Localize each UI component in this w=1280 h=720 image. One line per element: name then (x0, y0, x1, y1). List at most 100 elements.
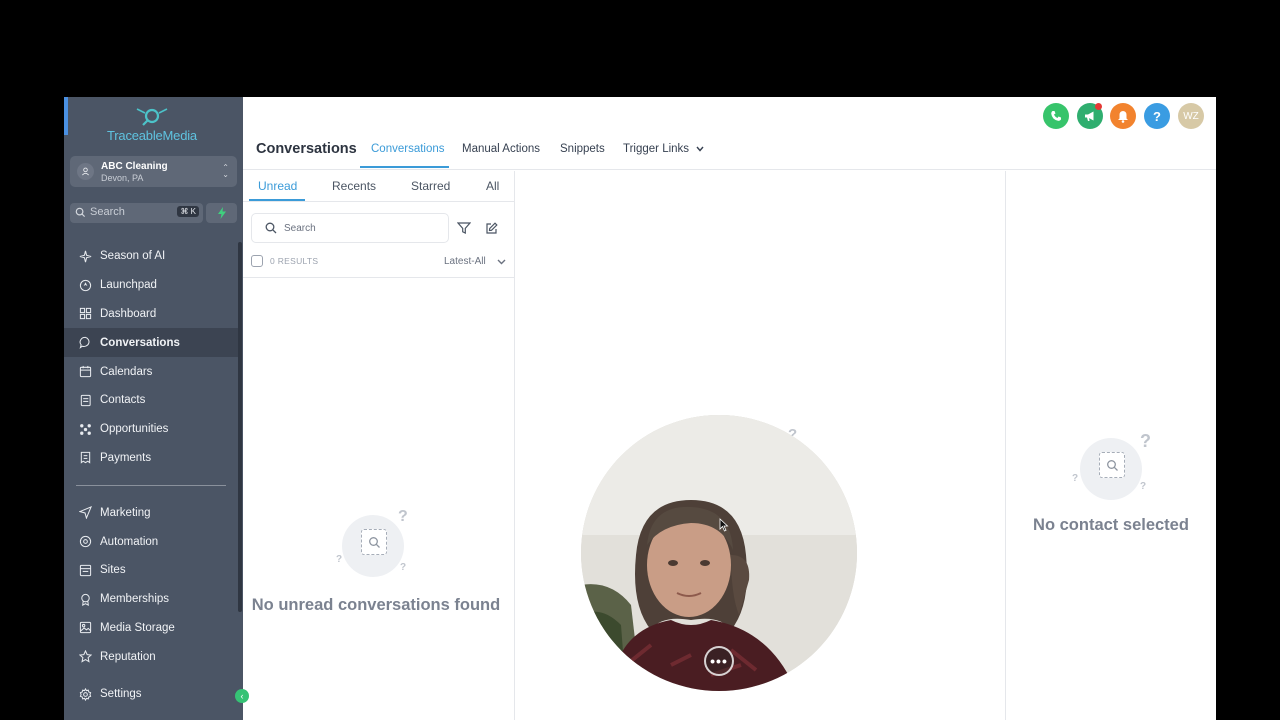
question-mark-icon: ? (1140, 481, 1147, 492)
tab-all[interactable]: All (486, 179, 499, 193)
notifications-button[interactable] (1110, 103, 1136, 129)
sidebar-nav: Season of AI Launchpad Dashboard Convers… (64, 242, 238, 671)
tab-trigger-links[interactable]: Trigger Links (623, 143, 704, 155)
logo-icon (136, 108, 168, 126)
receipt-icon (78, 451, 92, 465)
sidebar-item-label: Payments (100, 451, 152, 464)
sidebar-item-label: Calendars (100, 365, 153, 378)
sidebar-item-dashboard[interactable]: Dashboard (64, 300, 238, 329)
sidebar-item-label: Memberships (100, 593, 170, 606)
sidebar-item-label: Reputation (100, 650, 156, 663)
quick-action-button[interactable] (206, 203, 237, 223)
chevron-left-icon: ‹ (240, 691, 244, 701)
chat-icon (78, 336, 92, 350)
tab-recents[interactable]: Recents (332, 179, 376, 193)
calendar-icon (78, 365, 92, 379)
sidebar-search[interactable]: Search ⌘ K (70, 203, 203, 223)
compose-icon[interactable] (485, 222, 498, 235)
empty-search-illustration: ? ? ? (332, 508, 412, 580)
sidebar-item-opportunities[interactable]: Opportunities (64, 415, 238, 444)
rocket-icon (78, 278, 92, 292)
sidebar-item-calendars[interactable]: Calendars (64, 357, 238, 386)
announcements-button[interactable] (1077, 103, 1103, 129)
question-icon: ? (1153, 108, 1161, 124)
active-tab-indicator (360, 166, 449, 168)
sidebar-item-label: Marketing (100, 506, 151, 519)
contacts-icon (78, 393, 92, 407)
question-mark-icon: ? (336, 554, 343, 565)
help-button[interactable]: ? (1144, 103, 1170, 129)
magnifier-icon (369, 537, 380, 548)
user-avatar[interactable]: WZ (1178, 103, 1204, 129)
sidebar-item-sites[interactable]: Sites (64, 556, 238, 585)
sidebar-item-season-of-ai[interactable]: Season of AI (64, 242, 238, 271)
notification-dot (1095, 103, 1102, 110)
search-icon (265, 222, 277, 234)
sidebar-item-label: Media Storage (100, 621, 175, 634)
gear-icon (78, 687, 92, 701)
top-bar: ? WZ Conversations Conversations Manual … (243, 97, 1216, 170)
question-mark-icon: ? (398, 508, 408, 525)
tab-manual-actions[interactable]: Manual Actions (462, 143, 540, 155)
pipeline-icon (78, 422, 92, 436)
sidebar-item-label: Contacts (100, 394, 146, 407)
select-all-checkbox[interactable] (251, 255, 263, 267)
empty-state-message: No unread conversations found (251, 596, 501, 614)
sidebar-scrollbar[interactable] (238, 242, 242, 612)
active-subtab-indicator (249, 199, 305, 201)
chevron-down-icon[interactable] (497, 259, 506, 265)
sidebar-item-label: Dashboard (100, 307, 157, 320)
grid-icon (78, 307, 92, 321)
sidebar-item-payments[interactable]: Payments (64, 444, 238, 473)
tab-snippets[interactable]: Snippets (560, 143, 605, 155)
account-avatar-icon (77, 163, 94, 180)
automation-icon (78, 535, 92, 549)
no-contact-message: No contact selected (1033, 516, 1189, 534)
sidebar-item-media-storage[interactable]: Media Storage (64, 614, 238, 643)
app-window: TraceableMedia ABC Cleaning Devon, PA ⌃ ⌄… (64, 97, 1216, 720)
results-count: 0 RESULTS (270, 256, 319, 266)
bell-icon (1118, 110, 1128, 123)
sidebar-item-contacts[interactable]: Contacts (64, 386, 238, 415)
phone-icon (1051, 111, 1061, 121)
account-switcher[interactable]: ABC Cleaning Devon, PA ⌃ ⌄ (70, 156, 237, 187)
sort-dropdown[interactable]: Latest-All (444, 256, 486, 267)
send-icon (78, 506, 92, 520)
sidebar-item-launchpad[interactable]: Launchpad (64, 271, 238, 300)
sidebar-item-settings[interactable]: Settings (64, 680, 238, 709)
phone-button[interactable] (1043, 103, 1069, 129)
collapse-sidebar-button[interactable]: ‹ (235, 689, 249, 703)
conversation-search-input[interactable]: Search (251, 213, 449, 243)
sidebar-item-reputation[interactable]: Reputation (64, 642, 238, 671)
sidebar-item-memberships[interactable]: Memberships (64, 585, 238, 614)
sidebar-item-marketing[interactable]: Marketing (64, 498, 238, 527)
conversation-list-panel: Unread Recents Starred All Search 0 RESU… (243, 171, 515, 720)
magnifier-icon (1107, 460, 1118, 471)
nav-divider (76, 485, 226, 487)
mouse-cursor-icon (719, 518, 729, 532)
sidebar-item-label: Conversations (100, 336, 180, 349)
tab-starred[interactable]: Starred (411, 179, 450, 193)
webcam-more-button[interactable]: ••• (704, 646, 734, 676)
list-divider (243, 277, 515, 278)
membership-icon (78, 592, 92, 606)
tab-unread[interactable]: Unread (258, 179, 297, 193)
brand-logo[interactable]: TraceableMedia (102, 107, 202, 147)
tab-trigger-links-label: Trigger Links (623, 143, 690, 155)
page-title: Conversations (256, 141, 357, 157)
image-icon (78, 621, 92, 635)
chevron-updown-icon: ⌃ ⌄ (222, 163, 229, 179)
sparkles-icon (78, 249, 92, 263)
sidebar-item-conversations[interactable]: Conversations (64, 328, 238, 358)
search-icon (75, 207, 86, 218)
sidebar: TraceableMedia ABC Cleaning Devon, PA ⌃ ⌄… (64, 97, 243, 720)
account-name: ABC Cleaning (101, 161, 168, 172)
tab-conversations[interactable]: Conversations (371, 143, 445, 155)
sidebar-item-automation[interactable]: Automation (64, 527, 238, 556)
filter-icon[interactable] (457, 222, 471, 234)
star-icon (78, 650, 92, 664)
chevron-down-icon (696, 146, 704, 152)
sidebar-accent (64, 97, 68, 135)
question-mark-icon: ? (400, 562, 407, 573)
question-mark-icon: ? (1140, 431, 1151, 451)
